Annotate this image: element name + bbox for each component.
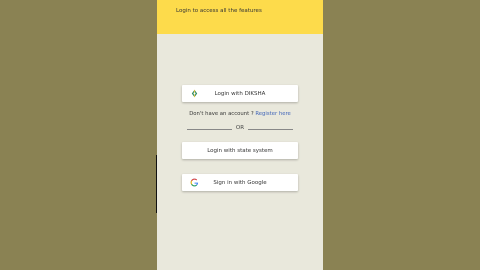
header-banner: Login to access all the features (157, 0, 323, 34)
or-label: OR (235, 125, 245, 131)
google-g-icon (190, 178, 199, 187)
register-prompt: Don't have an account ? Register here (157, 111, 323, 117)
diksha-button-label: Login with DIKSHA (214, 90, 266, 97)
register-prompt-text: Don't have an account ? (189, 111, 254, 117)
login-with-diksha-button[interactable]: Login with DIKSHA (182, 85, 298, 102)
header-subtitle: Login to access all the features (176, 8, 262, 14)
google-button-label: Sign in with Google (213, 179, 267, 186)
state-button-label: Login with state system (207, 147, 273, 154)
diksha-logo-icon (191, 89, 198, 98)
or-divider: OR (187, 125, 293, 133)
phone-screen: Login to access all the features Login w… (157, 0, 323, 270)
login-with-state-system-button[interactable]: Login with state system (182, 142, 298, 159)
divider-line-right (248, 129, 293, 130)
sign-in-with-google-button[interactable]: Sign in with Google (182, 174, 298, 191)
register-here-link[interactable]: Register here (255, 111, 290, 117)
